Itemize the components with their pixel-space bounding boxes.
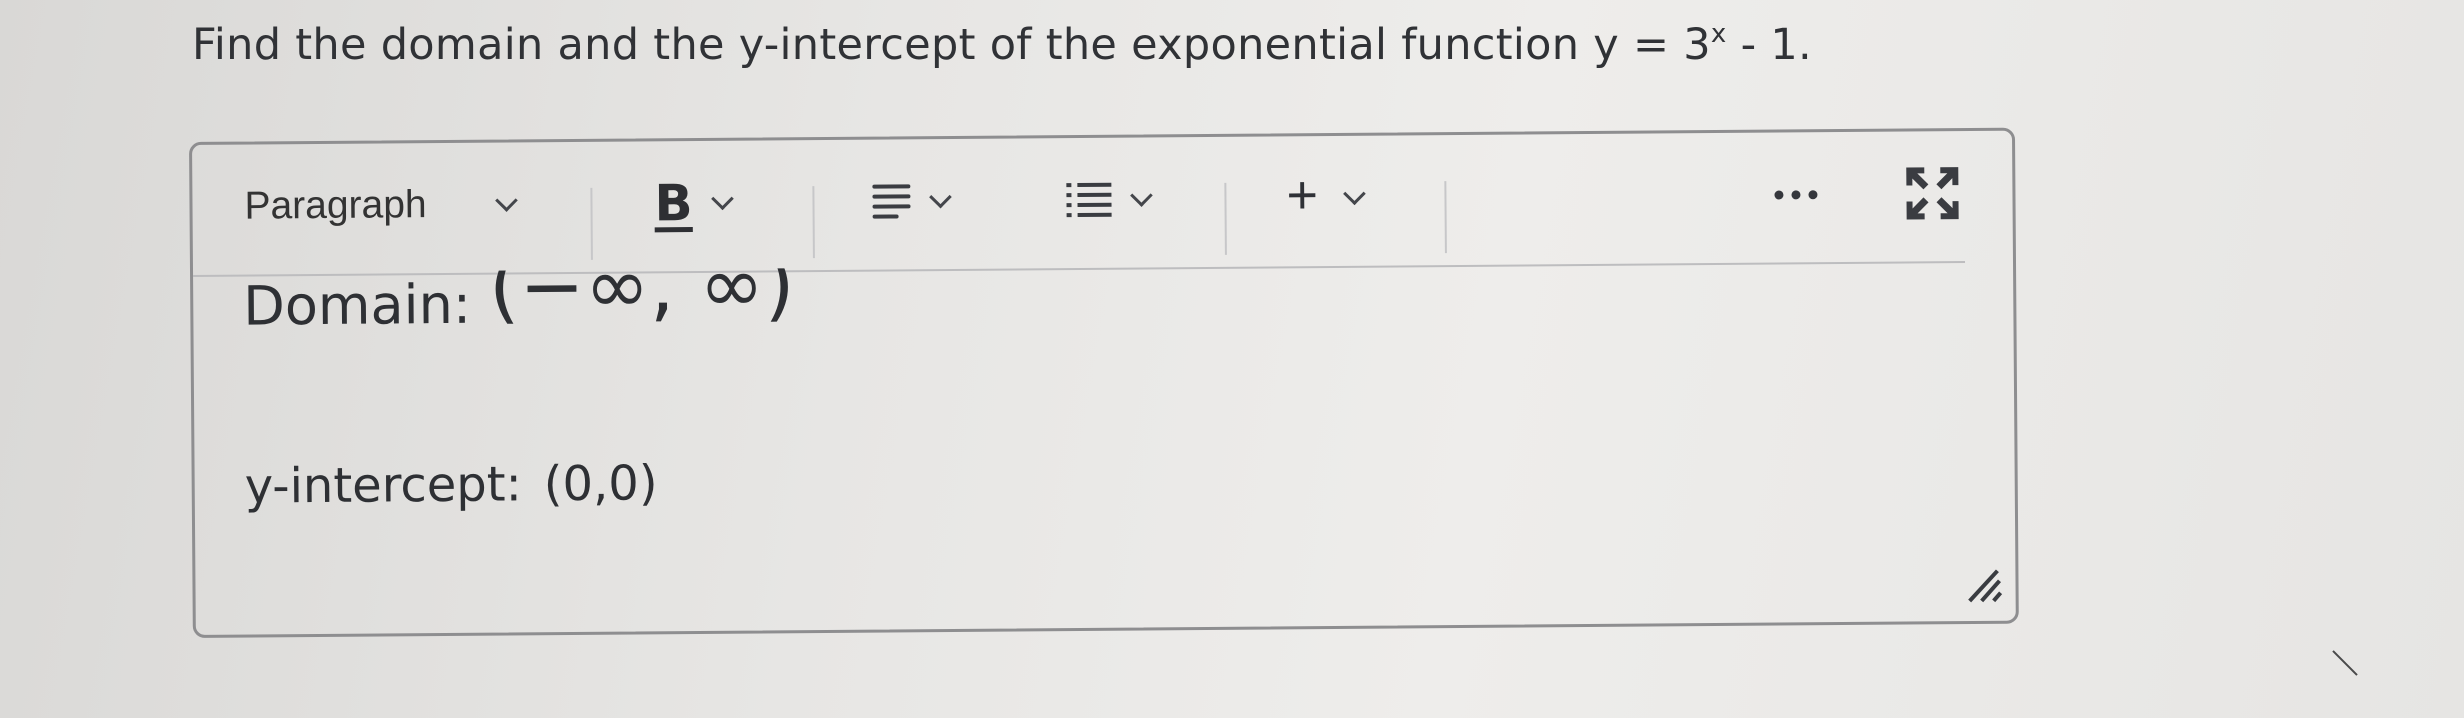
toolbar-divider bbox=[590, 187, 593, 260]
intercept-label: y-intercept: bbox=[244, 456, 522, 515]
chevron-down-icon bbox=[495, 189, 518, 212]
bulleted-list-icon bbox=[1066, 182, 1112, 218]
list-button[interactable] bbox=[1066, 167, 1153, 232]
domain-value: (−∞, ∞) bbox=[488, 268, 795, 333]
domain-label: Domain: bbox=[243, 272, 472, 333]
bold-icon: B bbox=[654, 174, 693, 233]
chevron-down-icon bbox=[929, 185, 952, 209]
stray-mark bbox=[2332, 650, 2358, 676]
chevron-down-icon bbox=[711, 187, 734, 211]
toolbar-divider bbox=[812, 186, 815, 259]
plus-icon: + bbox=[1286, 165, 1319, 226]
more-actions-button[interactable] bbox=[1774, 162, 1818, 226]
question-text: Find the domain and the y-intercept of t… bbox=[192, 20, 1812, 70]
paragraph-format-select[interactable]: Paragraph bbox=[244, 172, 544, 238]
chevron-down-icon bbox=[1342, 182, 1366, 206]
domain-line: Domain: (−∞, ∞) bbox=[243, 268, 795, 332]
toolbar-divider bbox=[1224, 182, 1227, 255]
fullscreen-button[interactable] bbox=[1904, 161, 1961, 225]
more-horizontal-icon bbox=[1774, 189, 1818, 200]
fullscreen-icon bbox=[1906, 167, 1959, 220]
align-button[interactable] bbox=[872, 169, 952, 234]
question-body: Find the domain and the y-intercept of t… bbox=[192, 20, 1711, 70]
question-suffix: - 1. bbox=[1726, 20, 1812, 70]
paragraph-format-value: Paragraph bbox=[244, 183, 427, 228]
question-exponent: x bbox=[1710, 18, 1727, 49]
bold-button[interactable]: B bbox=[654, 171, 734, 236]
rich-text-editor[interactable]: Paragraph B + Domain: (−∞, ∞) y-intercep… bbox=[189, 127, 2019, 638]
resize-grip-icon[interactable] bbox=[1963, 565, 2003, 605]
intercept-value: (0,0) bbox=[543, 455, 658, 513]
chevron-down-icon bbox=[1130, 184, 1153, 207]
editor-toolbar: Paragraph B + bbox=[192, 131, 1966, 277]
toolbar-divider bbox=[1444, 181, 1447, 254]
align-left-icon bbox=[872, 184, 911, 219]
insert-button[interactable]: + bbox=[1286, 165, 1366, 231]
intercept-line: y-intercept: (0,0) bbox=[244, 455, 657, 514]
